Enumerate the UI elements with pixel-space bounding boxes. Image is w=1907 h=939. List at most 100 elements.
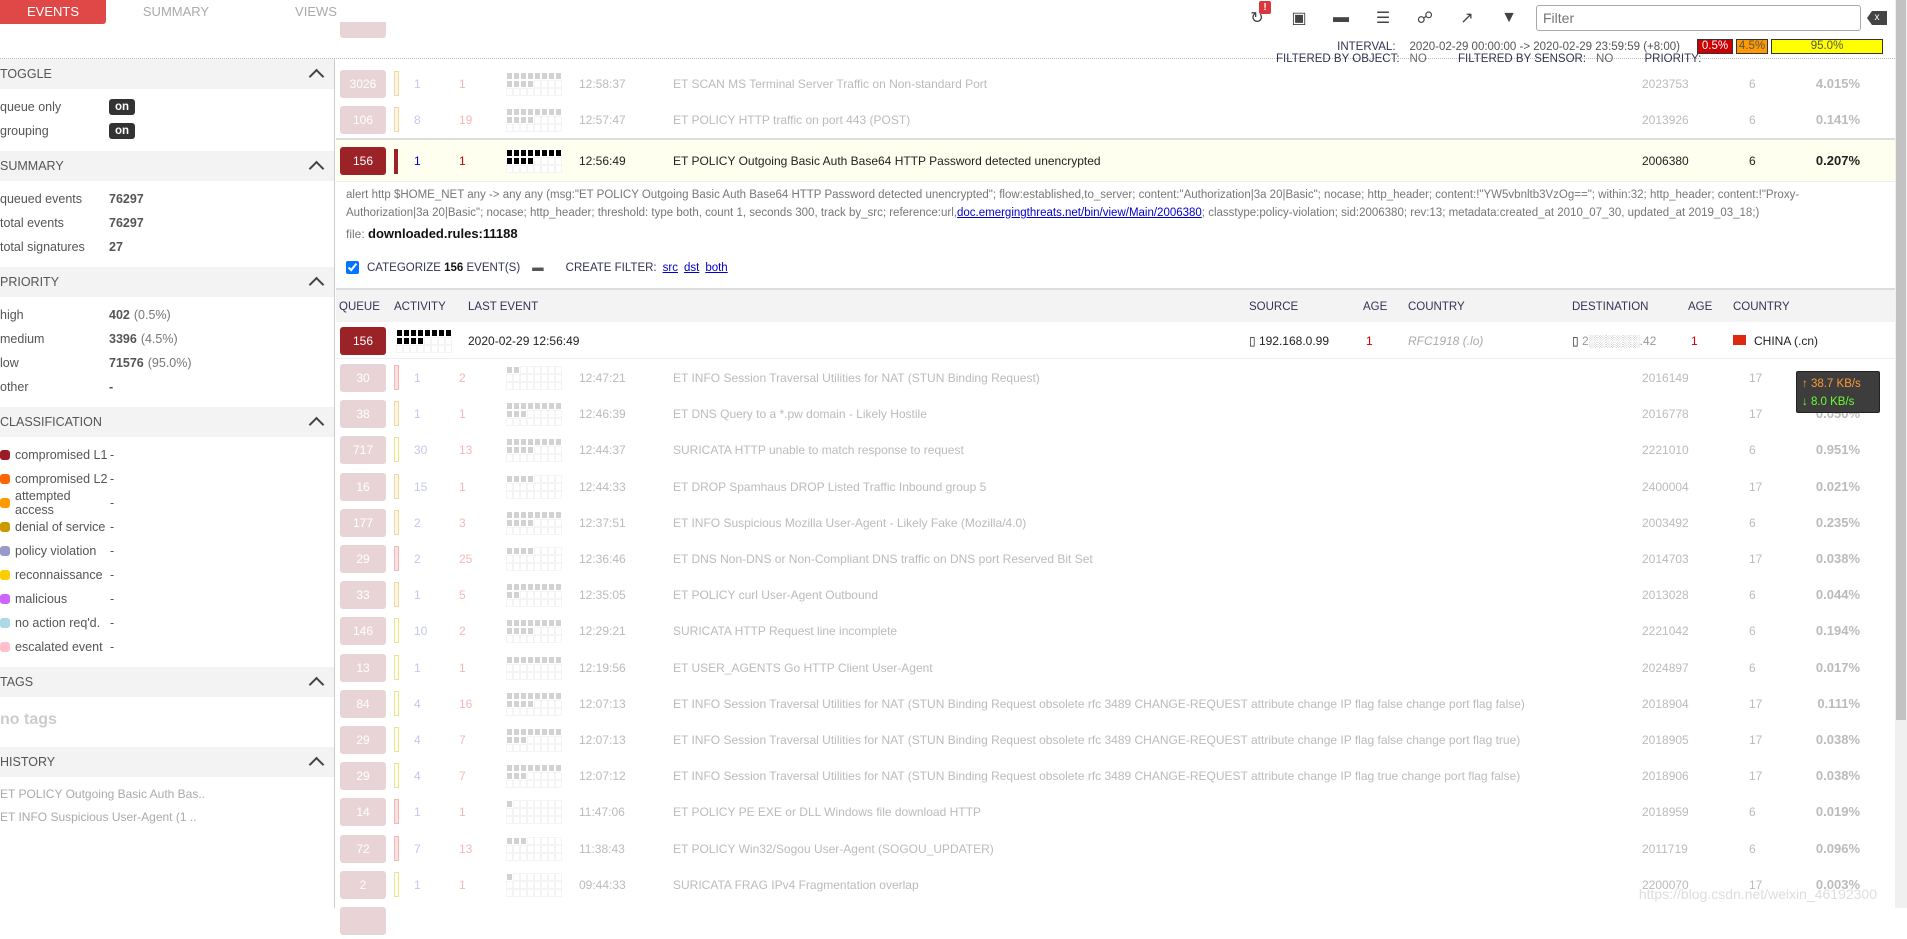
destination-count[interactable]: 13 — [459, 842, 472, 856]
queue-badge[interactable]: 14 — [340, 798, 386, 827]
tab-events[interactable]: EVENTS — [0, 0, 106, 24]
destination-ip[interactable]: ▯ 2░░░░░░.42 — [1572, 334, 1656, 348]
destination-count[interactable]: 1 — [459, 805, 466, 819]
signature[interactable]: ET INFO Session Traversal Utilities for … — [673, 371, 1040, 385]
grouping-toggle[interactable]: on — [109, 123, 136, 139]
comment-icon[interactable]: ▬ — [532, 262, 544, 274]
classification-item[interactable]: escalated event - — [0, 635, 334, 659]
categorize-checkbox[interactable] — [346, 261, 359, 274]
scrollbar[interactable] — [1895, 0, 1907, 908]
signature[interactable]: ET POLICY Outgoing Basic Auth Base64 HTT… — [673, 154, 1101, 168]
queue-badge[interactable]: 156 — [340, 147, 386, 175]
event-row[interactable]: 29 4 7 12:07:12 ET INFO Session Traversal Ut… — [336, 758, 1895, 794]
classification-item[interactable]: compromised L1- — [0, 443, 334, 467]
signature[interactable]: ET POLICY curl User-Agent Outbound — [673, 588, 878, 602]
chevron-up-icon[interactable] — [308, 416, 325, 433]
source-count[interactable]: 1 — [414, 805, 421, 819]
source-count[interactable]: 1 — [414, 407, 421, 421]
event-row[interactable]: 717 30 13 12:44:37 SURICATA HTTP unable to m… — [336, 432, 1895, 468]
tab-summary[interactable]: SUMMARY — [106, 0, 246, 24]
event-row[interactable]: 3026 1 1 12:58:37 ET SCAN MS Terminal Server… — [336, 66, 1895, 102]
event-row[interactable]: 16 15 1 12:44:33 ET DROP Spamhaus DROP Liste… — [336, 469, 1895, 505]
signature[interactable]: ET INFO Session Traversal Utilities for … — [673, 733, 1520, 747]
signature[interactable]: ET USER_AGENTS Go HTTP Client User-Agent — [673, 661, 933, 675]
event-row[interactable]: 14 1 1 11:47:06 ET POLICY PE EXE or DLL Wind… — [336, 794, 1895, 830]
signature[interactable]: ET DROP Spamhaus DROP Listed Traffic Inb… — [673, 480, 986, 494]
classification-item[interactable]: denial of service - — [0, 515, 334, 539]
filter-src-link[interactable]: src — [663, 262, 678, 274]
signature[interactable]: SURICATA FRAG IPv4 Fragmentation overlap — [673, 878, 919, 892]
event-row[interactable]: 72 7 13 11:38:43 ET POLICY Win32/Sogou User-… — [336, 831, 1895, 867]
chevron-up-icon[interactable] — [308, 676, 325, 693]
source-count[interactable]: 4 — [414, 733, 421, 747]
queue-badge[interactable]: 106 — [340, 106, 386, 134]
event-row[interactable]: 29 2 25 12:36:46 ET DNS Non-DNS or Non-Compl… — [336, 541, 1895, 577]
source-count[interactable]: 1 — [414, 371, 421, 385]
event-row[interactable]: 29 4 7 12:07:13 ET INFO Session Traversal Ut… — [336, 722, 1895, 758]
classification-section-header[interactable]: CLASSIFICATION — [0, 407, 334, 437]
signature[interactable]: ET POLICY HTTP traffic on port 443 (POST… — [673, 113, 910, 127]
priority-item[interactable]: other - — [0, 375, 334, 399]
queue-badge[interactable]: 29 — [340, 545, 386, 573]
filter-both-link[interactable]: both — [705, 262, 727, 274]
classification-item[interactable]: attempted access - — [0, 489, 334, 517]
queue-badge[interactable]: 72 — [340, 834, 386, 863]
event-row[interactable] — [336, 903, 1895, 939]
scrollbar-thumb[interactable] — [1896, 0, 1906, 720]
source-count[interactable]: 1 — [414, 154, 421, 168]
event-row[interactable]: 84 4 16 12:07:13 ET INFO Session Traversal U… — [336, 686, 1895, 722]
history-item[interactable]: ET POLICY Outgoing Basic Auth Bas.. — [0, 783, 334, 806]
source-count[interactable]: 1 — [414, 661, 421, 675]
event-row[interactable]: 106 8 19 12:57:47 ET POLICY HTTP traffic on … — [336, 102, 1895, 138]
signature[interactable]: SURICATA HTTP Request line incomplete — [673, 624, 897, 638]
source-count[interactable]: 1 — [414, 77, 421, 91]
signature[interactable]: ET DNS Non-DNS or Non-Compliant DNS traf… — [673, 552, 1093, 566]
queue-badge[interactable]: 38 — [340, 400, 386, 429]
classification-item[interactable]: no action req'd. - — [0, 611, 334, 635]
queue-badge[interactable]: 29 — [340, 762, 386, 791]
signature[interactable]: ET INFO Suspicious Mozilla User-Agent - … — [673, 516, 1026, 530]
classification-item[interactable]: compromised L2- — [0, 467, 334, 491]
chevron-up-icon[interactable] — [308, 68, 325, 85]
chevron-up-icon[interactable] — [308, 160, 325, 177]
signature[interactable]: ET POLICY Win32/Sogou User-Agent (SOGOU_… — [673, 842, 994, 856]
chevron-up-icon[interactable] — [308, 276, 325, 293]
queue-badge[interactable] — [340, 907, 386, 935]
destination-count[interactable]: 2 — [459, 371, 466, 385]
priority-item[interactable]: medium 3396 (4.5%) — [0, 327, 334, 351]
summary-section-header[interactable]: SUMMARY — [0, 151, 334, 181]
queue-badge[interactable]: 146 — [340, 617, 386, 646]
queue-badge[interactable]: 84 — [340, 689, 386, 718]
history-item[interactable]: ET INFO Suspicious User-Agent (1 .. — [0, 806, 334, 829]
queue-only-toggle[interactable]: on — [109, 99, 136, 115]
event-row[interactable]: 177 2 3 12:37:51 ET INFO Suspicious Mozilla … — [336, 505, 1895, 541]
signature[interactable]: ET POLICY PE EXE or DLL Windows file dow… — [673, 805, 981, 819]
source-count[interactable]: 1 — [414, 878, 421, 892]
destination-count[interactable]: 1 — [459, 878, 466, 892]
destination-count[interactable]: 1 — [459, 154, 466, 168]
signature[interactable]: ET DNS Query to a *.pw domain - Likely H… — [673, 407, 927, 421]
toggle-section-header[interactable]: TOGGLE — [0, 59, 334, 89]
event-row[interactable]: 30 1 2 12:47:21 ET INFO Session Traversal Ut… — [336, 360, 1895, 396]
filter-dst-link[interactable]: dst — [684, 262, 699, 274]
destination-count[interactable]: 16 — [459, 697, 472, 711]
event-detail-row[interactable]: 156 2020-02-29 12:56:49 ▯ 192.168.0.99 1… — [336, 323, 1895, 359]
signature[interactable]: ET SCAN MS Terminal Server Traffic on No… — [673, 77, 987, 91]
queue-badge[interactable]: 156 — [340, 327, 386, 355]
source-count[interactable]: 1 — [414, 588, 421, 602]
destination-count[interactable]: 1 — [459, 480, 466, 494]
queue-badge[interactable]: 3026 — [340, 70, 386, 98]
queue-badge[interactable]: 717 — [340, 436, 386, 465]
source-count[interactable]: 4 — [414, 769, 421, 783]
source-count[interactable]: 10 — [414, 624, 427, 638]
queue-badge[interactable]: 2 — [340, 870, 386, 899]
queue-badge[interactable]: 30 — [340, 364, 386, 392]
selected-event-row[interactable]: 156 1 1 12:56:49 ET POLICY Outgoing Basic Au… — [336, 138, 1895, 182]
source-count[interactable]: 4 — [414, 697, 421, 711]
destination-count[interactable]: 1 — [459, 77, 466, 91]
source-ip[interactable]: ▯ 192.168.0.99 — [1249, 334, 1329, 348]
queue-badge[interactable]: 13 — [340, 653, 386, 682]
source-count[interactable]: 15 — [414, 480, 427, 494]
queue-badge[interactable]: 33 — [340, 581, 386, 610]
destination-count[interactable]: 7 — [459, 769, 466, 783]
